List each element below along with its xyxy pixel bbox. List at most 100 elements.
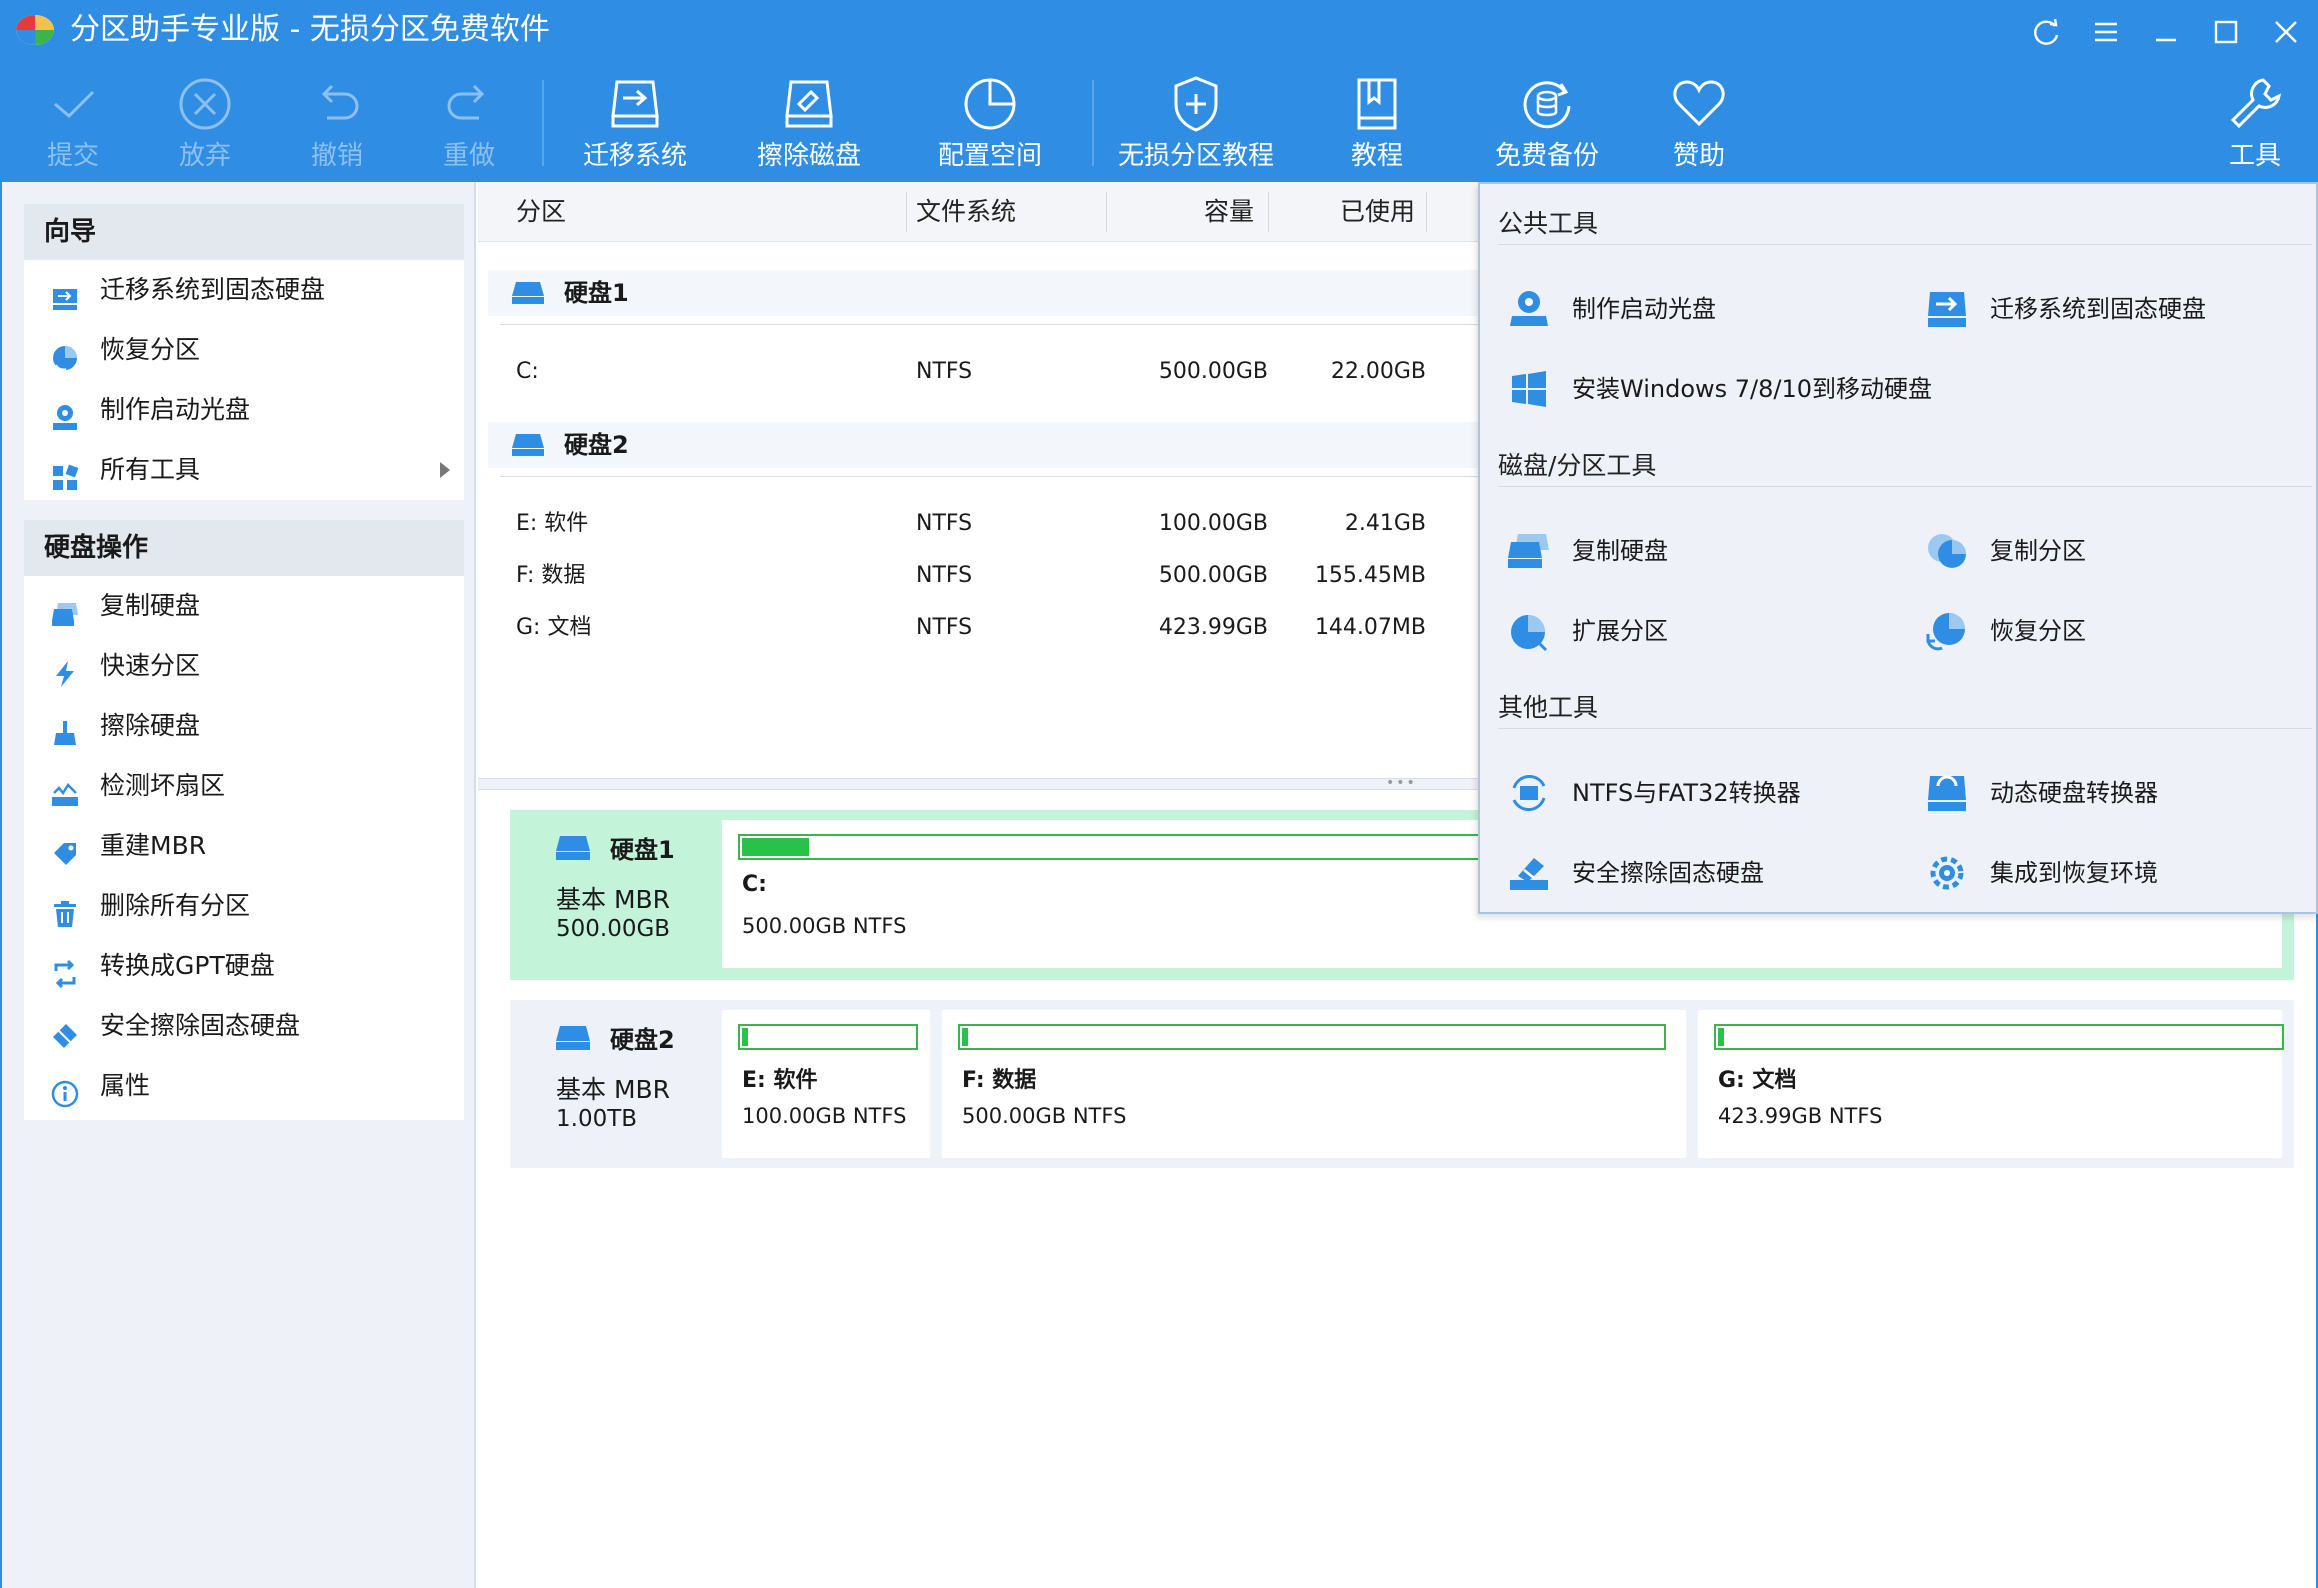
convert-fs-icon (1506, 772, 1552, 814)
partition-name: F: 数据 (962, 1068, 1037, 1093)
book-icon (1357, 78, 1397, 130)
sidebar-item-restore-partition[interactable]: 恢复分区 (24, 320, 464, 380)
menu-item-ntfs-fat32[interactable]: NTFS与FAT32转换器 (1506, 768, 1801, 818)
partition-block-f[interactable]: F: 数据 500.00GB NTFS (942, 1010, 1686, 1158)
trash-icon (50, 891, 80, 927)
sidebar-item-label: 迁移系统到固态硬盘 (100, 275, 326, 304)
backup-label: 免费备份 (1494, 141, 1599, 171)
menu-item-dynamic-disk[interactable]: 动态硬盘转换器 (1924, 768, 2158, 818)
column-divider (1106, 192, 1107, 232)
wipe-disk-button[interactable]: 擦除磁盘 (748, 72, 870, 178)
cell-filesystem: NTFS (916, 359, 973, 384)
usage-fill (1718, 1028, 1724, 1046)
menu-item-copy-partition[interactable]: 复制分区 (1924, 526, 2086, 576)
lossless-tutorial-button[interactable]: 无损分区教程 (1118, 72, 1274, 178)
wrench-icon (2230, 78, 2282, 129)
free-backup-button[interactable]: 免费备份 (1486, 72, 1608, 178)
menu-item-secure-erase-ssd[interactable]: 安全擦除固态硬盘 (1506, 848, 1764, 898)
partition-block-e[interactable]: E: 软件 100.00GB NTFS (722, 1010, 930, 1158)
disk1-map-name: 硬盘1 (610, 836, 675, 864)
menu-item-extend-partition[interactable]: 扩展分区 (1506, 606, 1668, 656)
partition-desc: 500.00GB NTFS (742, 914, 907, 938)
column-partition[interactable]: 分区 (516, 182, 566, 242)
disk-ops-panel: 硬盘操作 复制硬盘 快速分区 擦除硬盘 检测坏扇区 重建MBR 删除所有分区 转… (24, 520, 464, 1120)
disk2-map-card[interactable]: 硬盘2 基本 MBR 1.00TB E: 软件 100.00GB NTFS F:… (510, 1000, 2294, 1168)
maximize-icon[interactable] (2208, 14, 2244, 50)
eraser-disk-icon (1506, 852, 1552, 894)
column-used[interactable]: 已使用 (1340, 182, 1415, 242)
usage-bar (958, 1024, 1666, 1050)
usage-fill (742, 1028, 748, 1046)
menu-item-boot-disc[interactable]: 制作启动光盘 (1506, 284, 1716, 334)
sidebar-item-delete-all[interactable]: 删除所有分区 (24, 876, 464, 936)
column-capacity[interactable]: 容量 (1204, 182, 1254, 242)
sidebar-item-boot-disc[interactable]: 制作启动光盘 (24, 380, 464, 440)
sidebar-item-properties[interactable]: 属性 (24, 1056, 464, 1116)
cell-capacity: 423.99GB (1158, 615, 1268, 640)
sidebar-item-copy-disk[interactable]: 复制硬盘 (24, 576, 464, 636)
info-icon (50, 1071, 80, 1108)
sidebar-item-label: 擦除硬盘 (100, 711, 201, 740)
sidebar-item-all-tools[interactable]: 所有工具 (24, 440, 464, 500)
discard-button[interactable]: 放弃 (162, 72, 248, 178)
cell-partition: F: 数据 (516, 563, 586, 588)
shield-plus-icon (1174, 76, 1218, 132)
menu-item-label: 动态硬盘转换器 (1990, 779, 2158, 807)
menu-item-install-windows[interactable]: 安装Windows 7/8/10到移动硬盘 (1506, 364, 1932, 414)
sponsor-label: 赞助 (1672, 141, 1725, 171)
menu-item-copy-disk[interactable]: 复制硬盘 (1506, 526, 1668, 576)
partition-block-g[interactable]: G: 文档 423.99GB NTFS (1698, 1010, 2284, 1158)
copy-disk-icon (50, 591, 80, 626)
menu-item-recovery-env[interactable]: 集成到恢复环境 (1924, 848, 2158, 898)
cell-used: 22.00GB (1330, 359, 1426, 384)
disk2-info: 硬盘2 基本 MBR 1.00TB (510, 1000, 714, 1168)
menu-icon[interactable] (2088, 14, 2124, 50)
migrate-icon (611, 80, 659, 128)
tutorial-button[interactable]: 教程 (1334, 72, 1420, 178)
sidebar-item-quick-partition[interactable]: 快速分区 (24, 636, 464, 696)
menu-item-label: 复制硬盘 (1572, 537, 1668, 565)
migrate-os-button[interactable]: 迁移系统 (574, 72, 696, 178)
tools-dropdown-menu: 公共工具 制作启动光盘 迁移系统到固态硬盘 安装Windows 7/8/10到移… (1478, 182, 2318, 914)
cell-filesystem: NTFS (916, 615, 973, 640)
sidebar-item-secure-erase-ssd[interactable]: 安全擦除固态硬盘 (24, 996, 464, 1056)
column-filesystem[interactable]: 文件系统 (916, 182, 1016, 242)
cancel-circle-icon (179, 78, 231, 130)
sidebar-item-label: 属性 (100, 1071, 151, 1100)
redo-icon (447, 84, 485, 120)
allocate-space-button[interactable]: 配置空间 (922, 72, 1058, 178)
sidebar-item-label: 检测坏扇区 (100, 771, 226, 800)
menu-item-migrate-ssd[interactable]: 迁移系统到固态硬盘 (1924, 284, 2206, 334)
sidebar-item-bad-sectors[interactable]: 检测坏扇区 (24, 756, 464, 816)
menu-item-label: 制作启动光盘 (1572, 295, 1716, 323)
tools-button[interactable]: 工具 (2212, 72, 2298, 178)
sponsor-button[interactable]: 赞助 (1656, 72, 1742, 178)
redo-button[interactable]: 重做 (426, 72, 512, 178)
close-icon[interactable] (2268, 14, 2304, 50)
app-logo-icon (14, 12, 56, 48)
sidebar-item-rebuild-mbr[interactable]: 重建MBR (24, 816, 464, 876)
wizard-panel: 向导 迁移系统到固态硬盘 恢复分区 制作启动光盘 所有工具 (24, 204, 464, 500)
commit-button[interactable]: 提交 (30, 72, 116, 178)
sidebar-item-convert-gpt[interactable]: 转换成GPT硬盘 (24, 936, 464, 996)
sidebar-item-wipe-disk[interactable]: 擦除硬盘 (24, 696, 464, 756)
partition-name: C: (742, 872, 767, 897)
refresh-icon[interactable] (2028, 14, 2064, 50)
sidebar-item-migrate-ssd[interactable]: 迁移系统到固态硬盘 (24, 260, 464, 320)
eraser-icon (50, 1011, 80, 1048)
convert-icon (50, 951, 80, 989)
windows-logo-icon (1506, 368, 1552, 410)
cell-capacity: 500.00GB (1158, 563, 1268, 588)
undo-button[interactable]: 撤销 (294, 72, 380, 178)
copy-disk-icon (1506, 530, 1552, 572)
wipe-label: 擦除磁盘 (756, 141, 861, 171)
menu-item-restore-partition[interactable]: 恢复分区 (1924, 606, 2086, 656)
partition-desc: 423.99GB NTFS (1718, 1104, 1883, 1128)
cell-filesystem: NTFS (916, 511, 973, 536)
disk2-name: 硬盘2 (564, 431, 629, 459)
check-icon (54, 90, 95, 119)
cell-used: 144.07MB (1314, 615, 1426, 640)
eraser-disk-icon (785, 80, 833, 128)
column-divider (1426, 192, 1427, 232)
minimize-icon[interactable] (2148, 14, 2184, 50)
